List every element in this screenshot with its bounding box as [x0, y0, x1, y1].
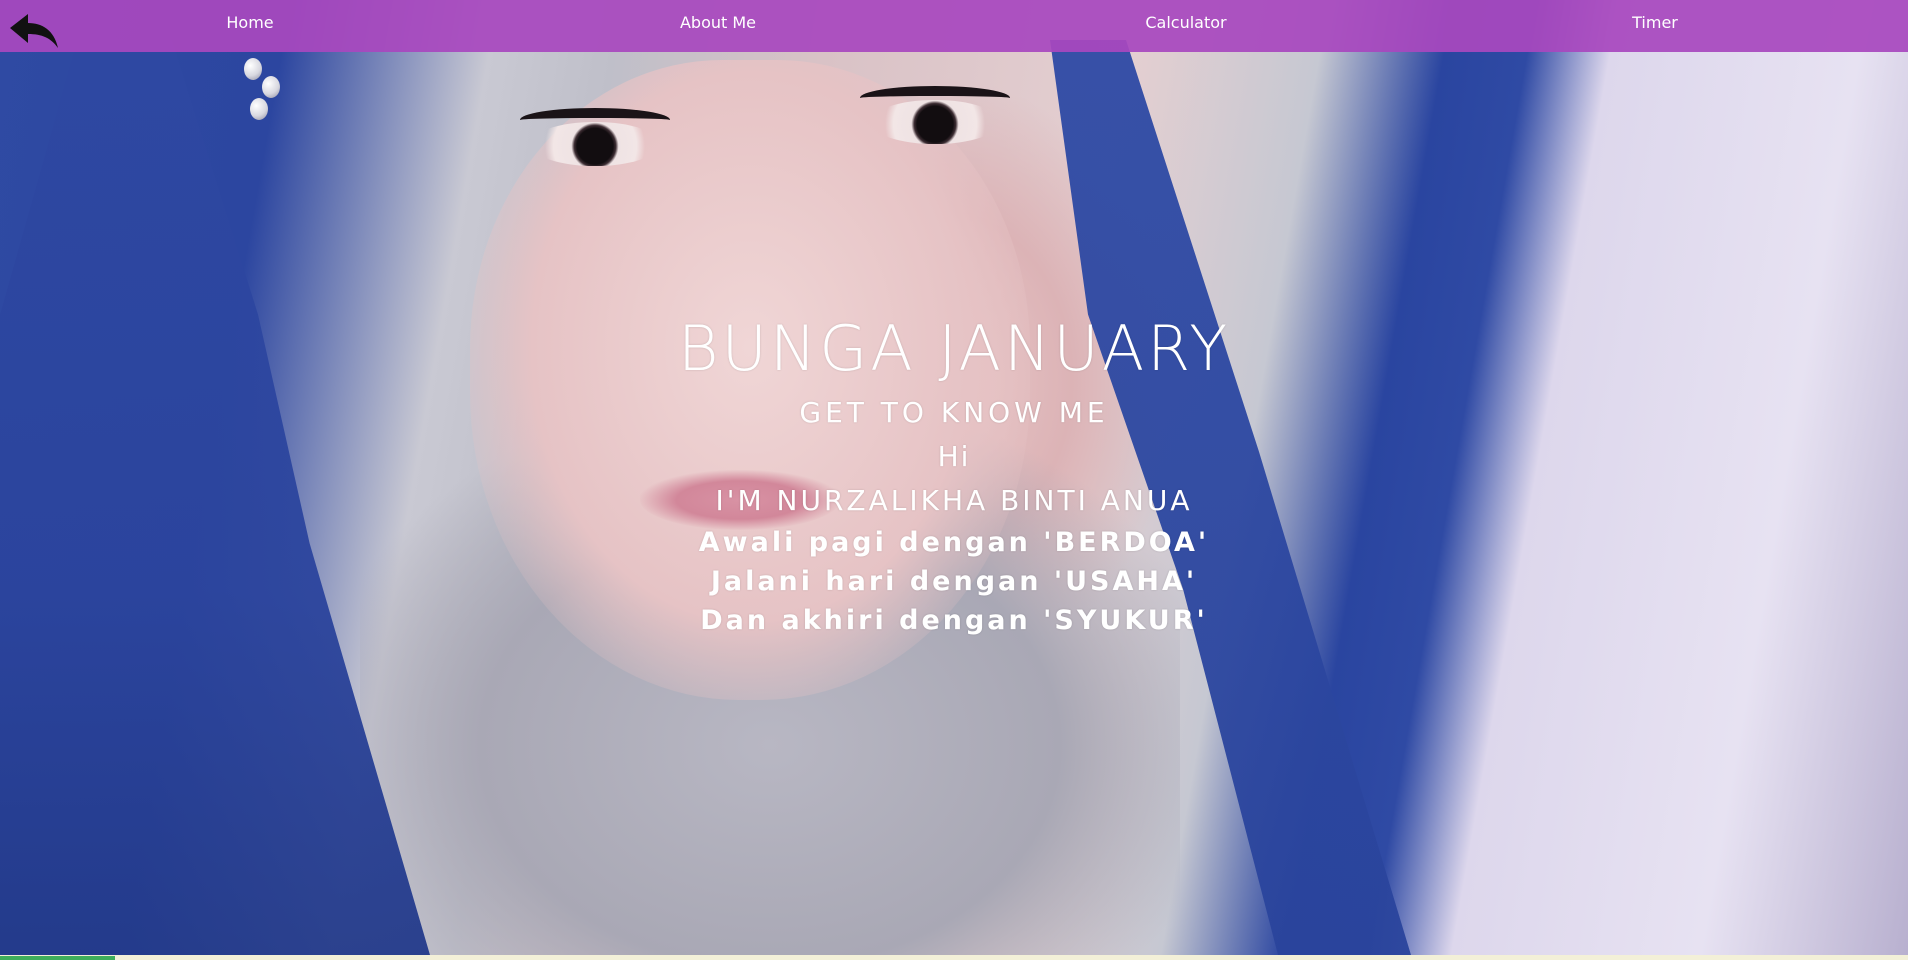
nav-link-calculator[interactable]: Calculator [1086, 13, 1286, 32]
bottom-strip-accent [0, 956, 115, 960]
back-button[interactable] [8, 10, 60, 50]
nav-link-home[interactable]: Home [150, 13, 350, 32]
quote-line: Awali pagi dengan 'BERDOA' [698, 527, 1210, 558]
quote-line: Dan akhiri dengan 'SYUKUR' [700, 605, 1208, 636]
photo-pearl [244, 58, 262, 80]
photo-eye-right [870, 100, 1000, 144]
photo-pearl [262, 76, 280, 98]
photo-eye-left [530, 122, 660, 166]
page: Home About Me Calculator Timer BUNGA JAN… [0, 0, 1908, 960]
page-subtitle: GET TO KNOW ME [799, 396, 1109, 429]
nav-link-about-me[interactable]: About Me [618, 13, 818, 32]
nav-link-timer[interactable]: Timer [1555, 13, 1755, 32]
back-arrow-icon [10, 14, 58, 48]
greeting: Hi [937, 440, 971, 473]
page-title: BUNGA JANUARY [677, 312, 1231, 385]
background-photo [0, 0, 1908, 955]
quote-line: Jalani hari dengan 'USAHA' [710, 566, 1198, 597]
top-navbar: Home About Me Calculator Timer [0, 0, 1908, 52]
bottom-strip [0, 955, 1908, 960]
photo-pearl [250, 98, 268, 120]
name-line: I'M NURZALIKHA BINTI ANUA [715, 484, 1193, 517]
